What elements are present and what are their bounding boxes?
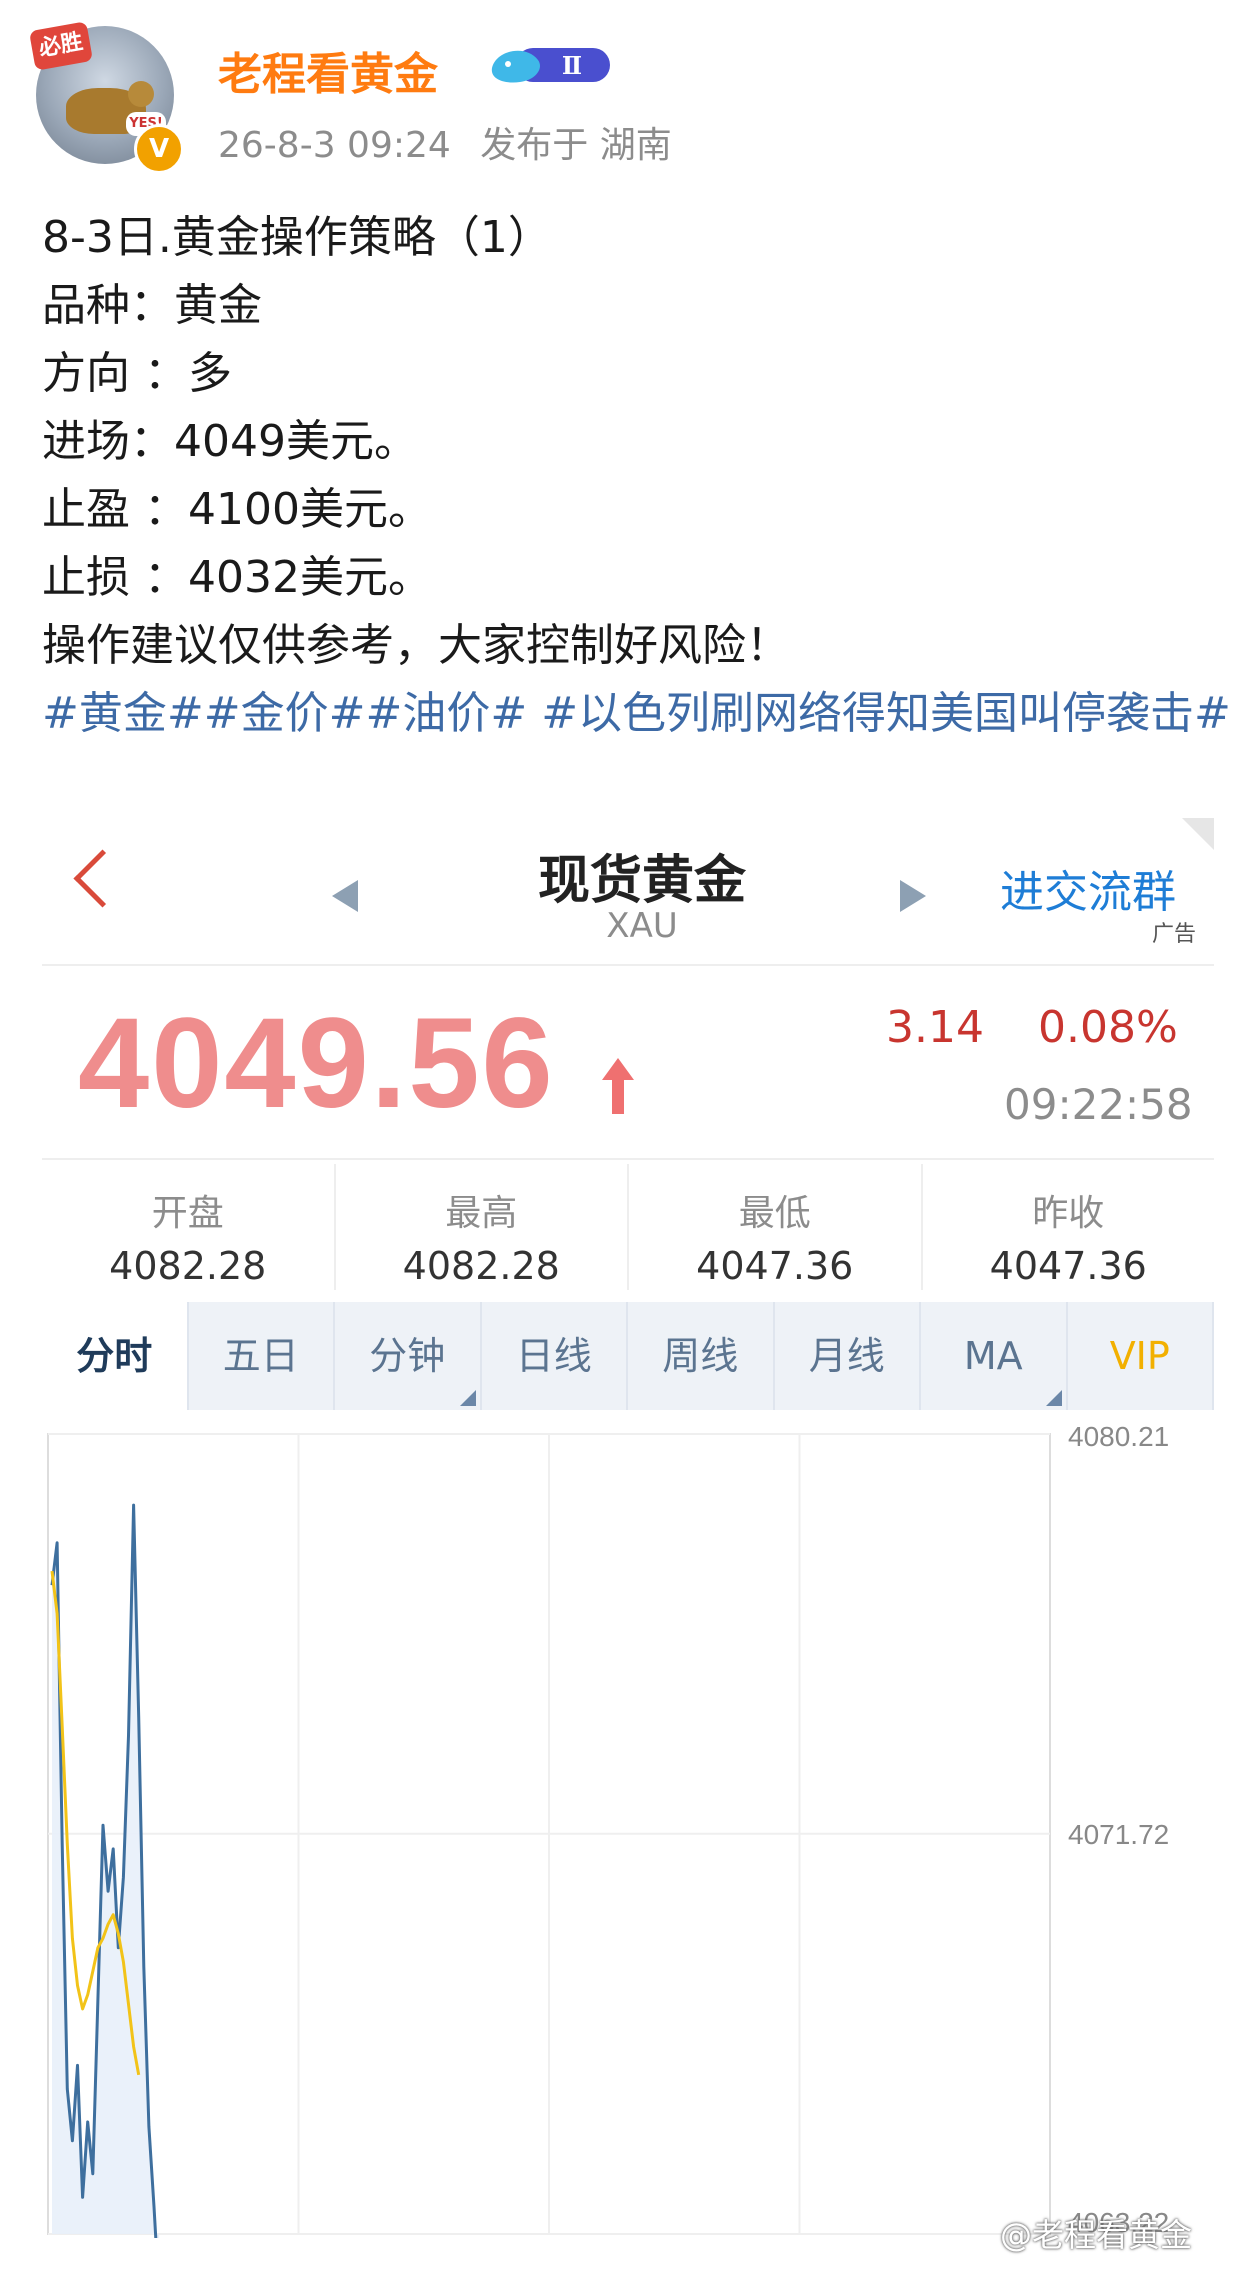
tab-ma[interactable]: MA [921,1302,1068,1410]
hashtag-link[interactable]: #黄金# [42,688,204,739]
vip-level-text: Ⅱ [562,51,582,80]
post-location: 发布于 湖南 [480,125,672,166]
dropdown-corner-icon [459,1390,476,1406]
stat-label: 最低 [738,1193,811,1234]
divider [42,964,1214,966]
tab-weekly[interactable]: 周线 [628,1302,775,1410]
stat-value: 4082.28 [109,1244,267,1288]
stat-label: 昨收 [1032,1193,1105,1234]
verified-icon: V [134,124,184,174]
hashtag-link[interactable]: #金价# [204,688,366,739]
y-tick-label: 4080.21 [1068,1421,1169,1452]
quote-time: 09:22:58 [1004,1080,1193,1129]
quote-screenshot[interactable]: 现货黄金 XAU 进交流群 广告 4049.56 3.14 0.08% 09:2… [42,818,1214,2238]
stat-value: 4047.36 [696,1244,854,1288]
username[interactable]: 老程看黄金 [218,38,438,102]
hashtag-list: #黄金##金价##油价# #以色列刷网络得知美国叫停袭击# [42,680,1232,748]
post-line-stop-loss: 止损 ：4032美元。 [42,552,432,603]
previous-instrument-icon[interactable] [332,880,358,912]
post-line-direction: 方向 ：多 [42,348,232,399]
post-line-variety: 品种：黄金 [42,280,262,331]
instrument-title: 现货黄金 [537,851,746,911]
y-tick-label: 4071.72 [1068,1819,1169,1850]
tab-vip[interactable]: VIP [1067,1302,1214,1410]
instrument-symbol: XAU [606,906,678,946]
stat-value: 4047.36 [989,1244,1147,1288]
stat-high: 最高 4082.28 [336,1164,629,1290]
stat-label: 最高 [445,1193,518,1234]
tab-label: 分钟 [369,1334,446,1378]
join-group-link[interactable]: 进交流群 [1000,856,1176,920]
back-arrow-icon[interactable] [73,849,132,908]
post-body: 8-3日.黄金操作策略（1） 品种：黄金 方向 ：多 进场：4049美元。 止盈… [42,204,1232,748]
price-change-percent: 0.08% [1038,1002,1178,1053]
current-price: 4049.56 [78,992,555,1135]
vip-level-badge[interactable]: Ⅱ [486,42,614,88]
watermark: @老程看黄金 [1000,2216,1193,2254]
stat-value: 4082.28 [402,1244,560,1288]
corner-fold-icon [1182,818,1214,850]
tab-minute[interactable]: 分钟 [335,1302,482,1410]
stat-low: 最低 4047.36 [629,1164,923,1290]
divider [42,1158,1214,1160]
tab-monthly[interactable]: 月线 [774,1302,921,1410]
post-line-entry: 进场：4049美元。 [42,416,418,467]
tab-five-day[interactable]: 五日 [188,1302,335,1410]
hashtag-link[interactable]: #油价# [365,688,527,739]
tab-label: MA [963,1334,1023,1378]
next-instrument-icon[interactable] [900,880,926,912]
stat-open: 开盘 4082.28 [42,1164,336,1290]
dropdown-corner-icon [1045,1390,1062,1406]
stat-label: 开盘 [151,1193,224,1234]
intraday-chart[interactable]: 4080.21 4071.72 4063.22 [42,1418,1214,2238]
post-line-title: 8-3日.黄金操作策略（1） [42,212,552,263]
post-date: 26-8-3 09:24 [218,125,451,166]
post-meta: 26-8-3 09:24 发布于 湖南 [218,116,690,168]
chart-svg: 4080.214071.724063.22 [47,1421,1169,2238]
tab-intraday[interactable]: 分时 [42,1302,189,1410]
bull-head-shape [128,81,154,107]
quote-stats: 开盘 4082.28 最高 4082.28 最低 4047.36 昨收 4047… [42,1164,1214,1290]
price-change: 3.14 [886,1002,984,1053]
price-up-arrow-icon [602,1058,634,1114]
period-tabs: 分时 五日 分钟 日线 周线 月线 MA VIP [42,1302,1214,1410]
post-line-take-profit: 止盈 ：4100美元。 [42,484,432,535]
hashtag-link[interactable]: #以色列刷网络得知美国叫停袭击# [527,688,1231,739]
ad-label: 广告 [1152,922,1197,947]
post-line-disclaimer: 操作建议仅供参考，大家控制好风险！ [42,620,790,671]
avatar[interactable]: 必胜 YES! V [28,20,184,174]
stat-prev-close: 昨收 4047.36 [923,1164,1215,1290]
tab-daily[interactable]: 日线 [481,1302,628,1410]
